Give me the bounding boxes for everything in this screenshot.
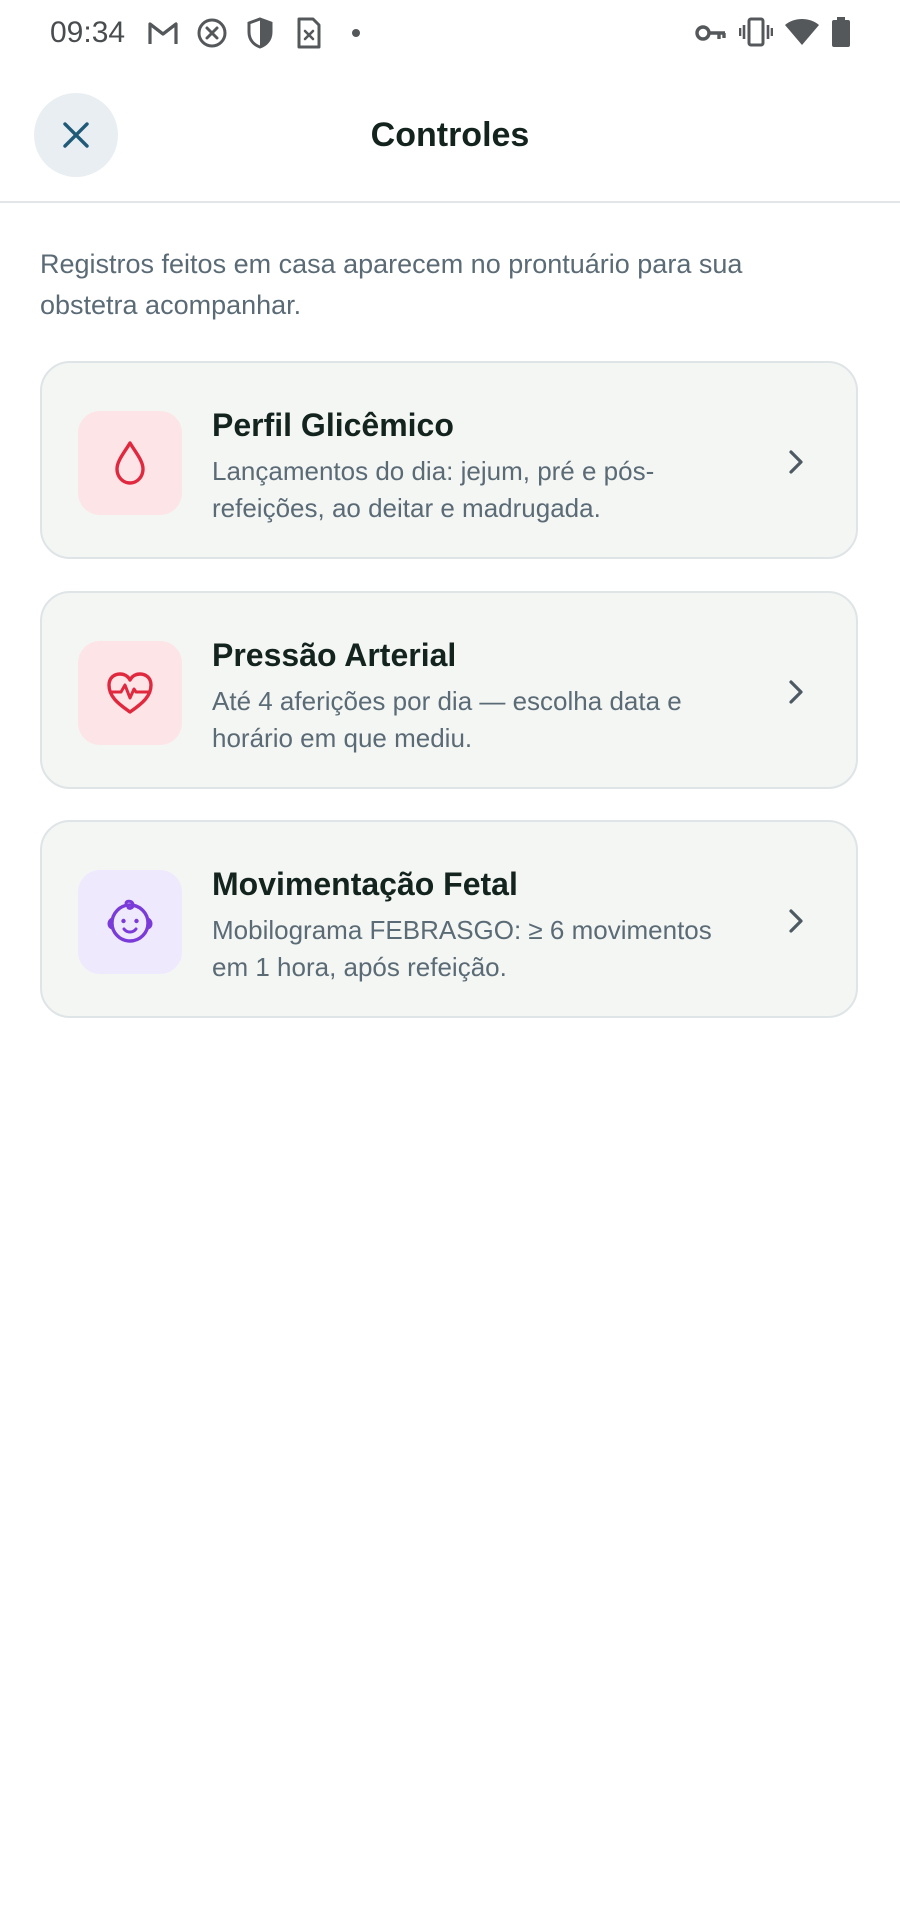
shield-icon — [247, 17, 273, 49]
chevron-right-icon — [789, 450, 803, 474]
card-title: Movimentação Fetal — [212, 866, 518, 902]
vibrate-icon — [739, 17, 773, 47]
card-description: Mobilograma FEBRASGO: ≥ 6 movimentos em … — [212, 915, 712, 982]
heart-pulse-icon — [107, 672, 153, 714]
gmail-icon — [148, 22, 178, 44]
card-icon-box — [78, 870, 182, 974]
card-icon-box — [78, 641, 182, 745]
battery-icon — [832, 17, 850, 47]
dot-icon — [352, 29, 360, 37]
card-title: Pressão Arterial — [212, 637, 457, 673]
chevron-right-icon — [789, 680, 803, 704]
card-pressao-arterial[interactable]: Pressão Arterial Até 4 aferições por dia… — [40, 591, 858, 789]
vpn-key-icon — [695, 25, 726, 41]
card-description: Lançamentos do dia: jejum, pré e pós-ref… — [212, 456, 655, 523]
status-bar: 09:34 — [0, 0, 900, 66]
sim-icon — [297, 17, 321, 49]
intro-text: Registros feitos em casa aparecem no pro… — [40, 249, 743, 320]
card-title: Perfil Glicêmico — [212, 407, 454, 443]
header: Controles — [0, 66, 900, 203]
card-movimentacao-fetal[interactable]: Movimentação Fetal Mobilograma FEBRASGO:… — [40, 820, 858, 1018]
wifi-icon — [785, 19, 819, 45]
baby-face-icon — [107, 899, 153, 943]
card-icon-box — [78, 411, 182, 515]
blocked-icon — [197, 18, 227, 48]
chevron-right-icon — [789, 909, 803, 933]
card-description: Até 4 aferições por dia — escolha data e… — [212, 686, 682, 753]
status-time: 09:34 — [50, 16, 126, 49]
drop-icon — [115, 441, 145, 485]
page-title: Controles — [370, 116, 530, 154]
card-perfil-glicemico[interactable]: Perfil Glicêmico Lançamentos do dia: jej… — [40, 361, 858, 559]
